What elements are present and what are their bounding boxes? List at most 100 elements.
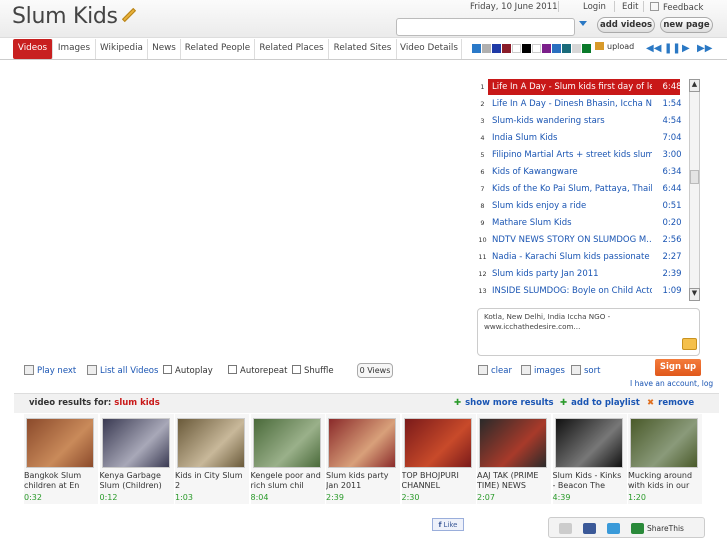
- playlist-item[interactable]: 10 NDTV NEWS STORY ON SLUMDOG M... 2:56: [476, 232, 687, 248]
- thumbnail-image[interactable]: [479, 418, 547, 468]
- playlist-item[interactable]: 11 Nadia - Karachi Slum kids passionate s…: [476, 249, 687, 265]
- tab-news[interactable]: News: [148, 39, 181, 59]
- tab-videos[interactable]: Videos: [13, 39, 53, 59]
- video-thumbnail[interactable]: Kids in City Slum 2 1:03: [175, 414, 249, 504]
- thumbnail-caption[interactable]: Bangkok Slum children at En: [24, 471, 98, 491]
- new-page-button[interactable]: new page: [660, 17, 713, 33]
- thumbnail-caption[interactable]: AAJ TAK (PRIME TIME) NEWS: [477, 471, 551, 491]
- playlist-scrollbar[interactable]: [689, 79, 700, 301]
- sort-button[interactable]: sort: [571, 365, 600, 376]
- thumbnail-image[interactable]: [252, 418, 321, 468]
- login-link[interactable]: Login: [583, 2, 606, 12]
- color-swatch[interactable]: [542, 44, 551, 53]
- tab-wikipedia[interactable]: Wikipedia: [96, 39, 148, 59]
- search-input[interactable]: [396, 18, 575, 36]
- playlist-item[interactable]: 7 Kids of the Ko Pai Slum, Pattaya, Thail…: [476, 181, 687, 197]
- scroll-thumb[interactable]: [690, 170, 699, 184]
- thumbnail-caption[interactable]: Slum Kids - Kinks - Beacon The: [553, 471, 627, 491]
- scroll-down-icon[interactable]: ▼: [689, 288, 700, 301]
- color-swatch[interactable]: [562, 44, 571, 53]
- video-thumbnail[interactable]: Slum Kids - Kinks - Beacon The 4:39: [552, 414, 627, 504]
- tab-related-sites[interactable]: Related Sites: [329, 39, 397, 59]
- search-dropdown-icon[interactable]: [579, 21, 587, 26]
- thumbnail-image[interactable]: [630, 418, 698, 468]
- playlist-item[interactable]: 1 Life In A Day - Slum kids first day of …: [476, 79, 687, 95]
- thumbnail-image[interactable]: [554, 418, 623, 468]
- playlist-item[interactable]: 6 Kids of Kawangware 6:34: [476, 164, 687, 180]
- video-thumbnail[interactable]: Slum kids party Jan 2011 2:39: [326, 414, 400, 504]
- email-icon[interactable]: [682, 338, 697, 350]
- autorepeat-checkbox[interactable]: Autorepeat: [228, 365, 287, 376]
- list-all-videos-button[interactable]: List all Videos: [87, 365, 158, 376]
- twitter-share-icon[interactable]: [607, 523, 620, 534]
- clear-button[interactable]: clear: [478, 365, 512, 376]
- scroll-up-icon[interactable]: ▲: [689, 79, 700, 92]
- play-next-button[interactable]: Play next: [24, 365, 76, 376]
- shuffle-checkbox[interactable]: Shuffle: [292, 365, 334, 376]
- playlist-item[interactable]: 12 Slum kids party Jan 2011 2:39: [476, 266, 687, 282]
- playlist-item[interactable]: 5 Filipino Martial Arts + street kids slu…: [476, 147, 687, 163]
- sharethis-icon[interactable]: [631, 523, 644, 534]
- color-swatch[interactable]: [512, 44, 521, 53]
- color-swatch[interactable]: [572, 44, 581, 53]
- tab-images[interactable]: Images: [53, 39, 96, 59]
- upload-button[interactable]: upload: [595, 42, 634, 51]
- video-thumbnail[interactable]: TOP BHOJPURI CHANNEL 2:30: [401, 414, 476, 504]
- color-swatch[interactable]: [532, 44, 541, 53]
- thumbnail-caption[interactable]: Slum kids party Jan 2011: [326, 471, 400, 491]
- playlist-item[interactable]: 9 Mathare Slum Kids 0:20: [476, 215, 687, 231]
- playlist-item[interactable]: 3 Slum-kids wandering stars 4:54: [476, 113, 687, 129]
- color-swatch[interactable]: [582, 44, 591, 53]
- email-share-icon[interactable]: [559, 523, 572, 534]
- color-swatch[interactable]: [552, 44, 561, 53]
- thumbnail-caption[interactable]: Mucking around with kids in our: [628, 471, 702, 491]
- video-thumbnail[interactable]: Kenya Garbage Slum (Children) 0:12: [99, 414, 174, 504]
- account-link[interactable]: I have an account, log: [630, 379, 713, 388]
- thumbnail-image[interactable]: [403, 418, 472, 468]
- next-icon[interactable]: ▶▶: [697, 43, 712, 54]
- thumbnail-image[interactable]: [26, 418, 94, 468]
- color-swatch[interactable]: [472, 44, 481, 53]
- item-duration: 7:04: [662, 133, 682, 143]
- video-thumbnail[interactable]: Bangkok Slum children at En 0:32: [24, 414, 98, 504]
- feedback-link[interactable]: Feedback: [650, 2, 703, 13]
- show-more-results-button[interactable]: ✚ show more results: [454, 398, 554, 408]
- previous-icon[interactable]: ◀◀: [646, 43, 661, 54]
- video-thumbnail[interactable]: Mucking around with kids in our 1:20: [628, 414, 702, 504]
- tab-video-details[interactable]: Video Details: [397, 39, 462, 59]
- signup-button[interactable]: Sign up: [655, 359, 701, 376]
- thumbnail-image[interactable]: [101, 418, 170, 468]
- edit-link[interactable]: Edit: [622, 2, 638, 12]
- video-thumbnail[interactable]: Kengele poor and rich slum chil 8:04: [250, 414, 325, 504]
- add-videos-button[interactable]: add videos: [597, 17, 655, 33]
- thumbnail-image[interactable]: [328, 418, 396, 468]
- thumbnail-caption[interactable]: Kengele poor and rich slum chil: [251, 471, 325, 491]
- video-player-area[interactable]: [14, 62, 470, 358]
- item-duration: 3:00: [662, 150, 682, 160]
- thumbnail-caption[interactable]: Kids in City Slum 2: [175, 471, 249, 491]
- pause-icon[interactable]: ❚❚: [664, 43, 681, 54]
- playlist-item[interactable]: 8 Slum kids enjoy a ride 0:51: [476, 198, 687, 214]
- color-swatch[interactable]: [522, 44, 531, 53]
- thumbnail-caption[interactable]: TOP BHOJPURI CHANNEL: [402, 471, 476, 491]
- tab-related-places[interactable]: Related Places: [255, 39, 329, 59]
- images-button[interactable]: images: [521, 365, 565, 376]
- video-thumbnail[interactable]: AAJ TAK (PRIME TIME) NEWS 2:07: [477, 414, 551, 504]
- add-to-playlist-button[interactable]: ✚ add to playlist: [560, 398, 640, 408]
- sharethis-label[interactable]: ShareThis: [647, 524, 684, 533]
- facebook-like-button[interactable]: f Like: [432, 518, 464, 531]
- play-icon[interactable]: ▶: [682, 43, 690, 54]
- edit-pencil-icon[interactable]: [121, 7, 136, 23]
- autoplay-checkbox[interactable]: Autoplay: [163, 365, 213, 376]
- playlist-item[interactable]: 2 Life In A Day - Dinesh Bhasin, Iccha NG…: [476, 96, 687, 112]
- thumbnail-caption[interactable]: Kenya Garbage Slum (Children): [100, 471, 174, 491]
- playlist-item[interactable]: 4 India Slum Kids 7:04: [476, 130, 687, 146]
- thumbnail-image[interactable]: [177, 418, 245, 468]
- remove-button[interactable]: ✖ remove: [647, 398, 694, 408]
- color-swatch[interactable]: [492, 44, 501, 53]
- color-swatch[interactable]: [502, 44, 511, 53]
- facebook-share-icon[interactable]: [583, 523, 596, 534]
- color-swatch[interactable]: [482, 44, 491, 53]
- playlist-item[interactable]: 13 INSIDE SLUMDOG: Boyle on Child Acto...…: [476, 283, 687, 299]
- tab-related-people[interactable]: Related People: [181, 39, 255, 59]
